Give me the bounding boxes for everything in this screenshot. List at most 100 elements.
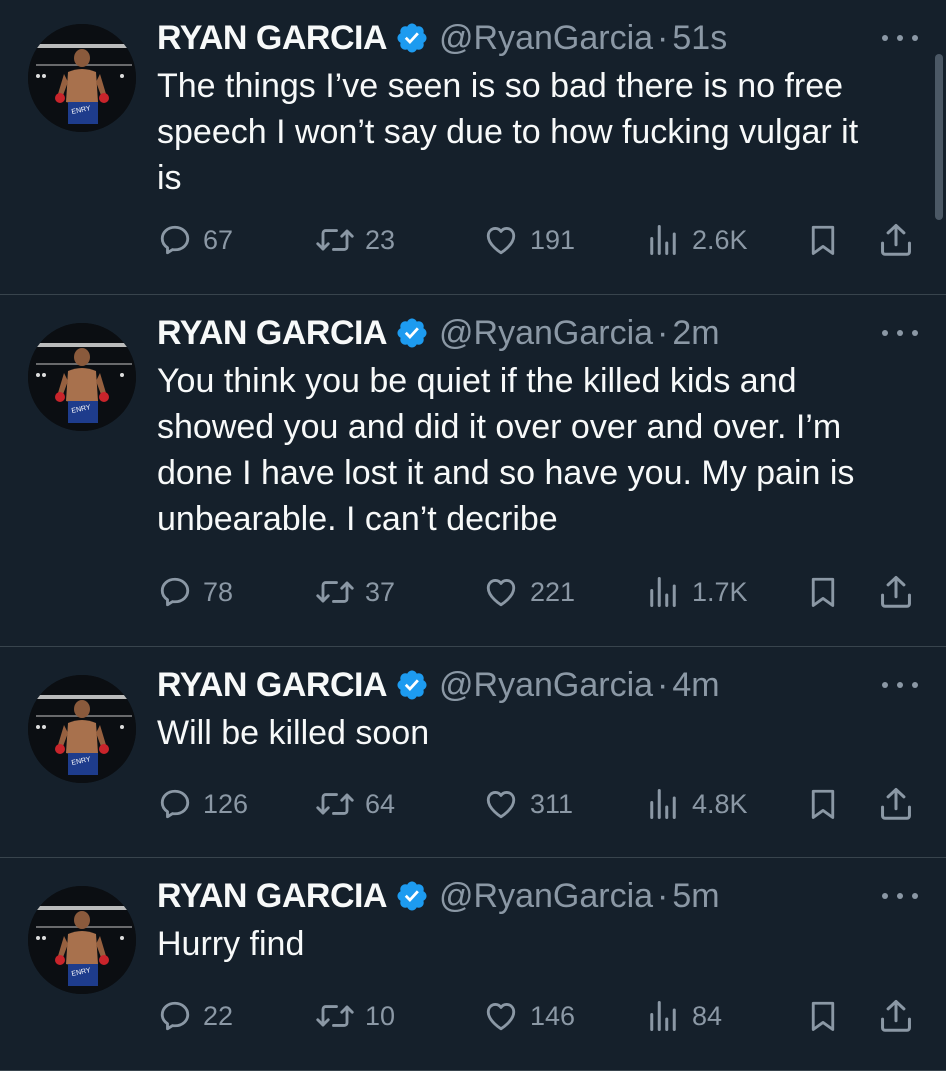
- like-button[interactable]: 191: [482, 220, 575, 260]
- views-count: 4.8K: [692, 788, 748, 819]
- tweet-content: RYAN GARCIA @RyanGarcia · 2m You think y…: [157, 311, 918, 542]
- separator-dot: ·: [657, 666, 669, 704]
- like-button[interactable]: 146: [482, 996, 575, 1036]
- share-button[interactable]: [877, 784, 915, 824]
- share-icon: [881, 999, 911, 1032]
- action-bar: 126 64 311 4.8K: [157, 784, 916, 824]
- retweet-button[interactable]: 37: [315, 572, 395, 612]
- tweet-header: RYAN GARCIA @RyanGarcia · 51s: [157, 16, 916, 60]
- avatar[interactable]: ENRY: [28, 323, 136, 431]
- handle[interactable]: @RyanGarcia: [439, 311, 653, 355]
- retweet-count: 23: [365, 224, 396, 255]
- retweet-button[interactable]: 23: [315, 220, 395, 260]
- reply-button[interactable]: 22: [157, 996, 233, 1036]
- share-icon: [881, 575, 911, 608]
- tweet-content: RYAN GARCIA @RyanGarcia · 4m Will be kil…: [157, 663, 918, 756]
- like-button[interactable]: 311: [482, 784, 573, 824]
- display-name[interactable]: RYAN GARCIA: [157, 874, 388, 918]
- views-button[interactable]: 84: [644, 996, 722, 1036]
- views-count: 1.7K: [692, 576, 748, 607]
- heart-icon: [486, 579, 516, 607]
- tweet[interactable]: ENRY RYAN GARCIA @RyanGarcia · 51s The t…: [0, 0, 946, 295]
- display-name[interactable]: RYAN GARCIA: [157, 311, 388, 355]
- more-options-icon[interactable]: [882, 884, 918, 908]
- tweet-text: You think you be quiet if the killed kid…: [157, 362, 855, 538]
- tweet-content: RYAN GARCIA @RyanGarcia · 51s The things…: [157, 16, 918, 201]
- more-options-icon[interactable]: [882, 673, 918, 697]
- handle[interactable]: @RyanGarcia: [439, 663, 653, 707]
- retweet-button[interactable]: 10: [315, 996, 395, 1036]
- reply-button[interactable]: 78: [157, 572, 233, 612]
- views-button[interactable]: 4.8K: [644, 784, 748, 824]
- tweet-text: Will be killed soon: [157, 714, 430, 752]
- avatar[interactable]: ENRY: [28, 675, 136, 783]
- like-count: 191: [530, 224, 576, 255]
- share-button[interactable]: [877, 572, 915, 612]
- more-options-icon[interactable]: [882, 321, 918, 345]
- display-name[interactable]: RYAN GARCIA: [157, 16, 388, 60]
- bookmark-button[interactable]: [805, 572, 841, 612]
- retweet-icon: [316, 581, 354, 603]
- boxer-photo: ENRY: [28, 886, 136, 994]
- action-bar: 67 23 191 2.6K: [157, 220, 916, 260]
- bookmark-button[interactable]: [805, 996, 841, 1036]
- share-icon: [881, 223, 911, 256]
- verified-badge-icon: [395, 316, 429, 350]
- reply-button[interactable]: 67: [157, 220, 233, 260]
- retweet-button[interactable]: 64: [315, 784, 395, 824]
- tweet[interactable]: ENRY RYAN GARCIA @RyanGarcia · 2m You th…: [0, 295, 946, 647]
- reply-count: 22: [203, 1000, 234, 1031]
- verified-badge-icon: [395, 879, 429, 913]
- reply-icon: [160, 789, 190, 819]
- tweet[interactable]: ENRY RYAN GARCIA @RyanGarcia · 4m Will b…: [0, 647, 946, 858]
- separator-dot: ·: [657, 314, 669, 352]
- boxer-photo: ENRY: [28, 24, 136, 132]
- views-button[interactable]: 1.7K: [644, 572, 748, 612]
- verified-badge-icon: [395, 668, 429, 702]
- timestamp[interactable]: 51s: [672, 16, 727, 60]
- views-count: 2.6K: [692, 224, 748, 255]
- tweet[interactable]: ENRY RYAN GARCIA @RyanGarcia · 5m Hurry …: [0, 858, 946, 1071]
- like-count: 146: [530, 1000, 576, 1031]
- heart-icon: [486, 791, 516, 819]
- timestamp[interactable]: 4m: [672, 663, 719, 707]
- bookmark-button[interactable]: [805, 220, 841, 260]
- boxer-photo: ENRY: [28, 323, 136, 431]
- bar-chart-icon: [650, 789, 676, 819]
- tweet-header: RYAN GARCIA @RyanGarcia · 5m: [157, 874, 916, 918]
- reply-count: 67: [203, 224, 234, 255]
- heart-icon: [486, 1003, 516, 1031]
- tweet-text: Hurry find: [157, 925, 305, 963]
- bookmark-button[interactable]: [805, 784, 841, 824]
- reply-button[interactable]: 126: [157, 784, 248, 824]
- share-button[interactable]: [877, 996, 915, 1036]
- share-button[interactable]: [877, 220, 915, 260]
- bar-chart-icon: [650, 225, 676, 255]
- handle[interactable]: @RyanGarcia: [439, 874, 653, 918]
- tweet-text: The things I’ve seen is so bad there is …: [157, 67, 859, 197]
- retweet-icon: [316, 229, 354, 251]
- tweet-header: RYAN GARCIA @RyanGarcia · 2m: [157, 311, 916, 355]
- like-button[interactable]: 221: [482, 572, 575, 612]
- views-button[interactable]: 2.6K: [644, 220, 748, 260]
- bookmark-icon: [811, 577, 835, 607]
- retweet-icon: [316, 1005, 354, 1027]
- bar-chart-icon: [650, 1001, 676, 1031]
- views-count: 84: [692, 1000, 723, 1031]
- action-bar: 78 37 221 1.7K: [157, 572, 916, 612]
- timestamp[interactable]: 2m: [672, 311, 719, 355]
- bookmark-icon: [811, 1001, 835, 1031]
- bar-chart-icon: [650, 577, 676, 607]
- retweet-count: 37: [365, 576, 396, 607]
- separator-dot: ·: [657, 877, 669, 915]
- display-name[interactable]: RYAN GARCIA: [157, 663, 388, 707]
- reply-icon: [160, 577, 190, 607]
- avatar[interactable]: ENRY: [28, 24, 136, 132]
- handle[interactable]: @RyanGarcia: [439, 16, 653, 60]
- heart-icon: [486, 227, 516, 255]
- avatar[interactable]: ENRY: [28, 886, 136, 994]
- like-count: 311: [530, 788, 574, 819]
- more-options-icon[interactable]: [882, 26, 918, 50]
- timestamp[interactable]: 5m: [672, 874, 719, 918]
- tweet-header: RYAN GARCIA @RyanGarcia · 4m: [157, 663, 916, 707]
